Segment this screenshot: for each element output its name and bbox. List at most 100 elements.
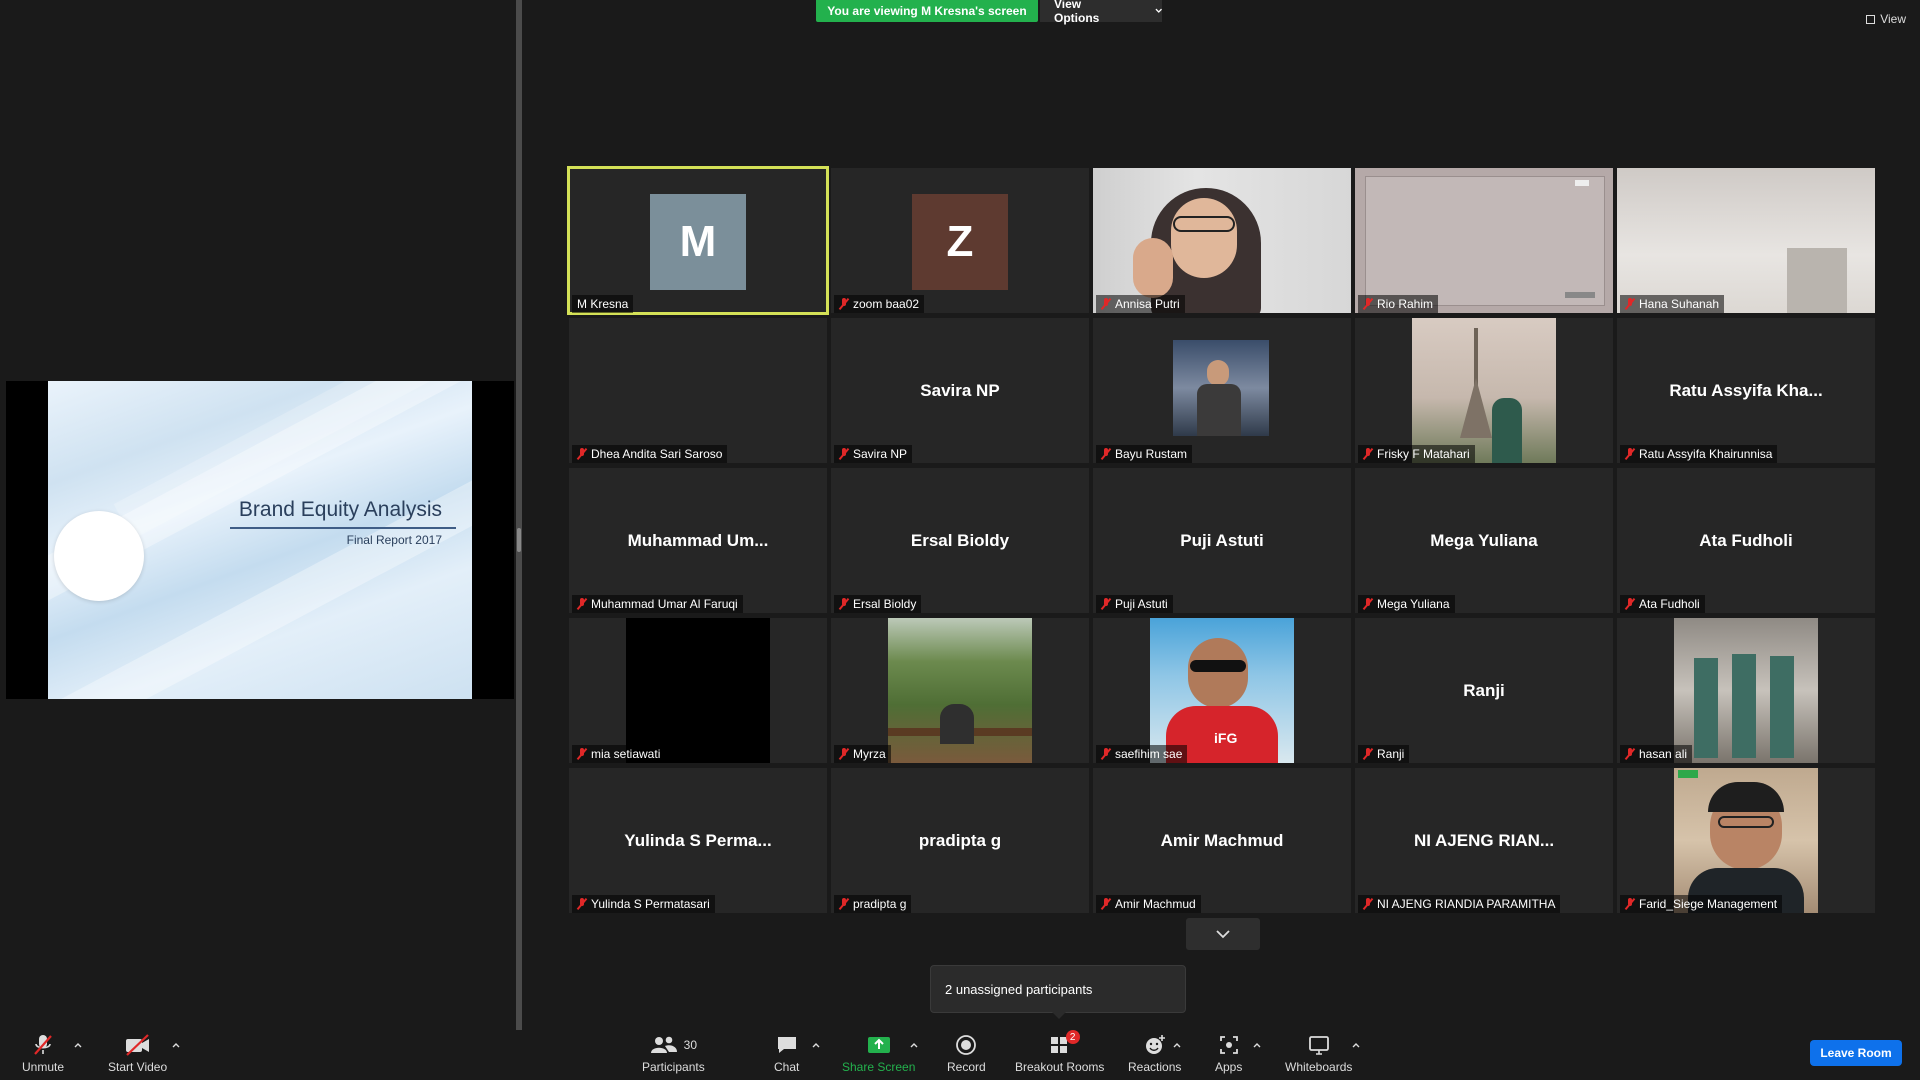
share-options-caret-icon[interactable] bbox=[909, 1040, 919, 1050]
reactions-options-caret-icon[interactable] bbox=[1172, 1040, 1182, 1050]
record-button[interactable]: Record bbox=[947, 1032, 986, 1074]
slide-title: Brand Equity Analysis bbox=[238, 498, 442, 521]
participant-name-tag: Dhea Andita Sari Saroso bbox=[572, 445, 728, 463]
breakout-rooms-button[interactable]: 2 Breakout Rooms bbox=[1015, 1030, 1105, 1074]
shared-screen-view[interactable]: Brand Equity Analysis Final Report 2017 bbox=[6, 381, 514, 699]
mic-muted-icon bbox=[577, 748, 587, 760]
participant-name-tag: Rio Rahim bbox=[1358, 295, 1439, 313]
participant-name-tag: Annisa Putri bbox=[1096, 295, 1185, 313]
participant-name: Rio Rahim bbox=[1377, 297, 1434, 311]
participant-avatar: Z bbox=[912, 194, 1008, 290]
participant-tile[interactable]: Hana Suhanah bbox=[1617, 168, 1875, 313]
apps-icon bbox=[1217, 1032, 1241, 1058]
chevron-down-icon bbox=[1216, 930, 1230, 939]
viewing-screen-banner: You are viewing M Kresna's screen bbox=[816, 0, 1038, 22]
participant-tile[interactable]: Ersal Bioldy Ersal Bioldy bbox=[831, 468, 1089, 613]
participant-tile[interactable]: Frisky F Matahari bbox=[1355, 318, 1613, 463]
participant-name: Ratu Assyifa Khairunnisa bbox=[1639, 447, 1773, 461]
unmute-button[interactable]: Unmute bbox=[22, 1032, 64, 1074]
share-screen-button[interactable]: Share Screen bbox=[842, 1032, 915, 1074]
panel-splitter[interactable] bbox=[516, 0, 522, 1030]
participant-tile[interactable]: Bayu Rustam bbox=[1093, 318, 1351, 463]
chat-button[interactable]: Chat bbox=[774, 1032, 799, 1074]
mic-muted-icon bbox=[839, 448, 849, 460]
participant-tile[interactable]: M M Kresna bbox=[567, 166, 829, 315]
whiteboards-button[interactable]: Whiteboards bbox=[1285, 1032, 1352, 1074]
participant-name-tag: hasan ali bbox=[1620, 745, 1693, 763]
participant-tile[interactable]: Amir Machmud Amir Machmud bbox=[1093, 768, 1351, 913]
participant-tile[interactable]: Ata Fudholi Ata Fudholi bbox=[1617, 468, 1875, 613]
reactions-icon bbox=[1143, 1032, 1167, 1058]
tooltip-arrow bbox=[1052, 1012, 1066, 1019]
participant-name: hasan ali bbox=[1639, 747, 1688, 761]
mic-muted-icon bbox=[1625, 748, 1635, 760]
participant-tile[interactable]: Farid_Siege Management bbox=[1617, 768, 1875, 913]
participant-tile[interactable]: Mega Yuliana Mega Yuliana bbox=[1355, 468, 1613, 613]
video-options-caret-icon[interactable] bbox=[171, 1040, 181, 1050]
apps-options-caret-icon[interactable] bbox=[1252, 1040, 1262, 1050]
view-options-button[interactable]: View Options bbox=[1040, 0, 1162, 25]
participant-tile[interactable]: NI AJENG RIAN... NI AJENG RIANDIA PARAMIT… bbox=[1355, 768, 1613, 913]
participant-video bbox=[1093, 168, 1351, 313]
participant-name: Myrza bbox=[853, 747, 886, 761]
participant-tile[interactable]: Ratu Assyifa Kha... Ratu Assyifa Khairunn… bbox=[1617, 318, 1875, 463]
view-options-label: View Options bbox=[1054, 0, 1100, 25]
breakout-rooms-badge: 2 bbox=[1065, 1030, 1080, 1044]
view-layout-button[interactable]: View bbox=[1866, 12, 1906, 26]
start-video-button[interactable]: Start Video bbox=[108, 1032, 167, 1074]
mic-muted-icon bbox=[1363, 298, 1373, 310]
splitter-grip[interactable] bbox=[517, 528, 521, 552]
participant-tile[interactable]: Rio Rahim bbox=[1355, 168, 1613, 313]
leave-room-button[interactable]: Leave Room bbox=[1810, 1040, 1902, 1066]
participant-tile[interactable]: Yulinda S Perma... Yulinda S Permatasari bbox=[569, 768, 827, 913]
participant-tile[interactable]: Annisa Putri bbox=[1093, 168, 1351, 313]
audio-options-caret-icon[interactable] bbox=[73, 1040, 83, 1050]
mic-muted-icon bbox=[1101, 748, 1111, 760]
record-label: Record bbox=[947, 1060, 986, 1074]
participant-name-tag: NI AJENG RIANDIA PARAMITHA bbox=[1358, 895, 1561, 913]
mic-muted-icon bbox=[1625, 448, 1635, 460]
participant-video bbox=[569, 618, 827, 763]
participant-name: M Kresna bbox=[577, 297, 629, 311]
participant-tile[interactable]: Ranji Ranji bbox=[1355, 618, 1613, 763]
participant-tile[interactable]: Muhammad Um... Muhammad Umar Al Faruqi bbox=[569, 468, 827, 613]
participant-tile[interactable]: iFG saefihim sae bbox=[1093, 618, 1351, 763]
participant-video bbox=[1617, 618, 1875, 763]
breakout-rooms-label: Breakout Rooms bbox=[1015, 1060, 1105, 1074]
chat-options-caret-icon[interactable] bbox=[811, 1040, 821, 1050]
whiteboards-label: Whiteboards bbox=[1285, 1060, 1353, 1074]
participant-name-tag: Ratu Assyifa Khairunnisa bbox=[1620, 445, 1778, 463]
participant-avatar: M bbox=[650, 194, 746, 290]
participants-button[interactable]: 30 Participants bbox=[642, 1032, 705, 1074]
participant-tile[interactable]: pradipta g pradipta g bbox=[831, 768, 1089, 913]
whiteboards-options-caret-icon[interactable] bbox=[1351, 1040, 1361, 1050]
participant-tile[interactable]: hasan ali bbox=[1617, 618, 1875, 763]
mic-muted-icon bbox=[1625, 298, 1635, 310]
apps-button[interactable]: Apps bbox=[1215, 1032, 1242, 1074]
participant-tile[interactable]: Savira NP Savira NP bbox=[831, 318, 1089, 463]
mic-muted-icon bbox=[839, 898, 849, 910]
participant-tile[interactable]: Puji Astuti Puji Astuti bbox=[1093, 468, 1351, 613]
participant-name-tag: Ranji bbox=[1358, 745, 1410, 763]
mic-muted-icon bbox=[1101, 898, 1111, 910]
chat-label: Chat bbox=[774, 1060, 800, 1074]
reactions-label: Reactions bbox=[1128, 1060, 1182, 1074]
participant-name: Puji Astuti bbox=[1115, 597, 1168, 611]
participant-display-name: Ata Fudholi bbox=[1699, 530, 1793, 550]
participant-tile[interactable]: Zzoom baa02 bbox=[831, 168, 1089, 313]
participant-name-tag: M Kresna bbox=[572, 295, 634, 313]
participant-name: Ranji bbox=[1377, 747, 1405, 761]
participant-tile[interactable]: Dhea Andita Sari Saroso bbox=[569, 318, 827, 463]
reactions-button[interactable]: Reactions bbox=[1128, 1032, 1181, 1074]
breakout-rooms-icon: 2 bbox=[1048, 1030, 1080, 1058]
participant-video bbox=[831, 618, 1089, 763]
participant-tile[interactable]: Myrza bbox=[831, 618, 1089, 763]
participant-display-name: Mega Yuliana bbox=[1430, 530, 1538, 550]
participant-name: Savira NP bbox=[853, 447, 908, 461]
participant-name: Annisa Putri bbox=[1115, 297, 1180, 311]
participant-tile[interactable]: mia setiawati bbox=[569, 618, 827, 763]
gallery-next-page-button[interactable] bbox=[1186, 918, 1260, 950]
participant-display-name: NI AJENG RIAN... bbox=[1413, 830, 1555, 850]
mic-muted-icon bbox=[31, 1032, 55, 1058]
participant-name-tag: Farid_Siege Management bbox=[1620, 895, 1783, 913]
